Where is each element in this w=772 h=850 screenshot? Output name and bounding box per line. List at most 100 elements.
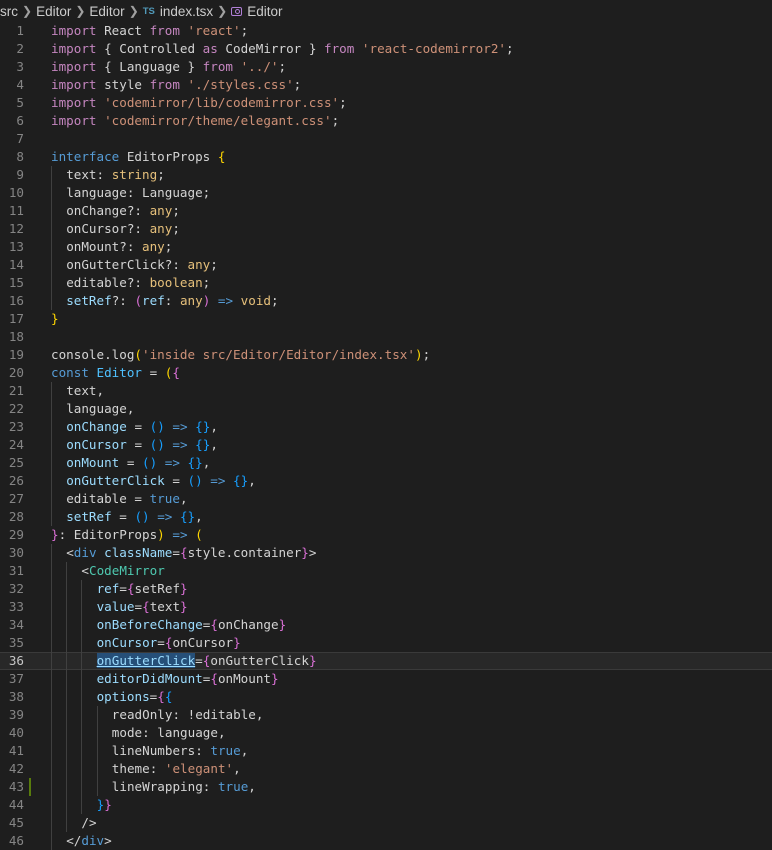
line-number[interactable]: 4 — [0, 76, 24, 94]
line-number[interactable]: 19 — [0, 346, 24, 364]
code-line[interactable]: 35 onCursor={onCursor} — [0, 634, 772, 652]
line-number[interactable]: 17 — [0, 310, 24, 328]
line-number[interactable]: 8 — [0, 148, 24, 166]
code-line[interactable]: 43 lineWrapping: true, — [0, 778, 772, 796]
line-number[interactable]: 39 — [0, 706, 24, 724]
line-number[interactable]: 11 — [0, 202, 24, 220]
code-line[interactable]: 37 editorDidMount={onMount} — [0, 670, 772, 688]
line-number[interactable]: 45 — [0, 814, 24, 832]
code-line[interactable]: 15 editable?: boolean; — [0, 274, 772, 292]
code-line[interactable]: 10 language: Language; — [0, 184, 772, 202]
line-number[interactable]: 15 — [0, 274, 24, 292]
line-number[interactable]: 24 — [0, 436, 24, 454]
line-number[interactable]: 20 — [0, 364, 24, 382]
code-editor[interactable]: 1 import React from 'react'; 2 import { Con… — [0, 22, 772, 850]
line-number[interactable]: 22 — [0, 400, 24, 418]
code-line[interactable]: 41 lineNumbers: true, — [0, 742, 772, 760]
code-token: any — [142, 239, 165, 254]
code-line[interactable]: 9 text: string; — [0, 166, 772, 184]
line-number[interactable]: 32 — [0, 580, 24, 598]
code-line[interactable]: 5 import 'codemirror/lib/codemirror.css'; — [0, 94, 772, 112]
code-line[interactable]: 42 theme: 'elegant', — [0, 760, 772, 778]
code-line[interactable]: 40 mode: language, — [0, 724, 772, 742]
line-number[interactable]: 34 — [0, 616, 24, 634]
code-line[interactable]: 28 setRef = () => {}, — [0, 508, 772, 526]
line-number[interactable]: 9 — [0, 166, 24, 184]
code-line[interactable]: 13 onMount?: any; — [0, 238, 772, 256]
line-number[interactable]: 29 — [0, 526, 24, 544]
code-line[interactable]: 7 — [0, 130, 772, 148]
code-line[interactable]: 29}: EditorProps) => ( — [0, 526, 772, 544]
code-line[interactable]: 4 import style from './styles.css'; — [0, 76, 772, 94]
code-line[interactable]: 2 import { Controlled as CodeMirror } fro… — [0, 40, 772, 58]
code-line[interactable]: 16 setRef?: (ref: any) => void; — [0, 292, 772, 310]
line-number[interactable]: 12 — [0, 220, 24, 238]
line-number[interactable]: 14 — [0, 256, 24, 274]
line-number[interactable]: 26 — [0, 472, 24, 490]
line-number[interactable]: 2 — [0, 40, 24, 58]
code-line[interactable]: 25 onMount = () => {}, — [0, 454, 772, 472]
line-number[interactable]: 35 — [0, 634, 24, 652]
breadcrumb-item-src[interactable]: src — [0, 4, 18, 19]
line-number[interactable]: 3 — [0, 58, 24, 76]
code-line[interactable]: 23 onChange = () => {}, — [0, 418, 772, 436]
line-number[interactable]: 37 — [0, 670, 24, 688]
code-line[interactable]: 39 readOnly: !editable, — [0, 706, 772, 724]
line-number[interactable]: 5 — [0, 94, 24, 112]
line-number[interactable]: 43 — [0, 778, 24, 796]
code-line[interactable]: 20 const Editor = ({ — [0, 364, 772, 382]
code-line[interactable]: 18 — [0, 328, 772, 346]
line-number[interactable]: 38 — [0, 688, 24, 706]
line-number[interactable]: 44 — [0, 796, 24, 814]
line-number[interactable]: 42 — [0, 760, 24, 778]
code-line[interactable]: 36 onGutterClick={onGutterClick} — [0, 652, 772, 670]
code-line[interactable]: 46 </div> — [0, 832, 772, 850]
line-number[interactable]: 33 — [0, 598, 24, 616]
line-number[interactable]: 46 — [0, 832, 24, 850]
line-number[interactable]: 28 — [0, 508, 24, 526]
line-number[interactable]: 40 — [0, 724, 24, 742]
line-number[interactable]: 1 — [0, 22, 24, 40]
code-line[interactable]: 8 interface EditorProps { — [0, 148, 772, 166]
code-line[interactable]: 26 onGutterClick = () => {}, — [0, 472, 772, 490]
code-line[interactable]: 34 onBeforeChange={onChange} — [0, 616, 772, 634]
breadcrumb-item-file[interactable]: TS index.tsx — [143, 4, 213, 19]
code-token: onGutterClick?: — [66, 257, 188, 272]
code-line[interactable]: 1 import React from 'react'; — [0, 22, 772, 40]
breadcrumb-item-editor-folder[interactable]: Editor — [36, 4, 71, 19]
line-number[interactable]: 13 — [0, 238, 24, 256]
code-line[interactable]: 22 language, — [0, 400, 772, 418]
line-number[interactable]: 25 — [0, 454, 24, 472]
code-line[interactable]: 30 <div className={style.container}> — [0, 544, 772, 562]
line-number[interactable]: 7 — [0, 130, 24, 148]
code-line[interactable]: 45 /> — [0, 814, 772, 832]
code-line[interactable]: 14 onGutterClick?: any; — [0, 256, 772, 274]
code-line[interactable]: 11 onChange?: any; — [0, 202, 772, 220]
code-line[interactable]: 31 <CodeMirror — [0, 562, 772, 580]
line-number[interactable]: 18 — [0, 328, 24, 346]
code-line[interactable]: 27 editable = true, — [0, 490, 772, 508]
line-number[interactable]: 27 — [0, 490, 24, 508]
line-number[interactable]: 36 — [0, 652, 24, 670]
line-number[interactable]: 30 — [0, 544, 24, 562]
code-line[interactable]: 33 value={text} — [0, 598, 772, 616]
code-line[interactable]: 21 text, — [0, 382, 772, 400]
code-line[interactable]: 44}} — [0, 796, 772, 814]
code-line[interactable]: 17} — [0, 310, 772, 328]
line-number[interactable]: 6 — [0, 112, 24, 130]
line-number[interactable]: 31 — [0, 562, 24, 580]
line-number[interactable]: 10 — [0, 184, 24, 202]
code-line[interactable]: 19 console.log('inside src/Editor/Editor/… — [0, 346, 772, 364]
line-number[interactable]: 21 — [0, 382, 24, 400]
code-line[interactable]: 32 ref={setRef} — [0, 580, 772, 598]
code-line[interactable]: 12 onCursor?: any; — [0, 220, 772, 238]
line-number[interactable]: 23 — [0, 418, 24, 436]
code-line[interactable]: 38 options={{ — [0, 688, 772, 706]
breadcrumb-item-symbol[interactable]: Editor — [231, 4, 283, 19]
line-number[interactable]: 16 — [0, 292, 24, 310]
breadcrumb-item-editor-subfolder[interactable]: Editor — [89, 4, 124, 19]
code-line[interactable]: 3 import { Language } from '../'; — [0, 58, 772, 76]
code-line[interactable]: 24 onCursor = () => {}, — [0, 436, 772, 454]
line-number[interactable]: 41 — [0, 742, 24, 760]
code-line[interactable]: 6 import 'codemirror/theme/elegant.css'; — [0, 112, 772, 130]
